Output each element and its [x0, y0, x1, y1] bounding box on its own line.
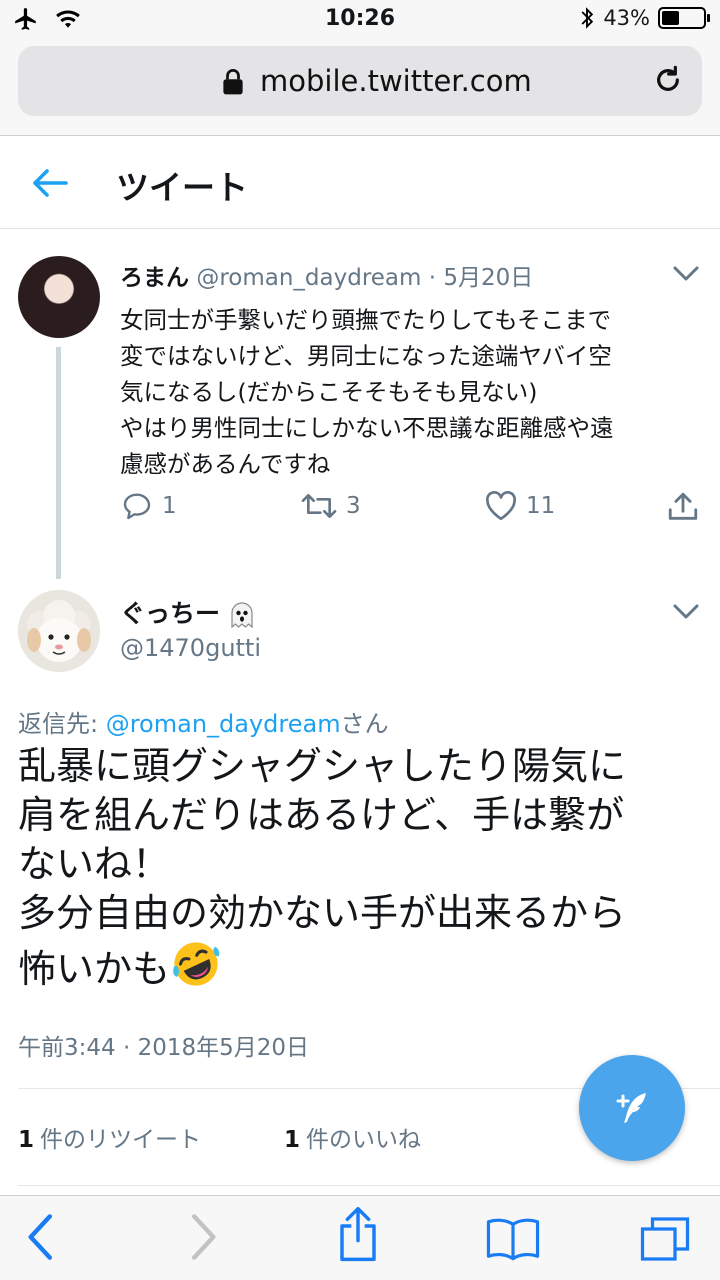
sheep-avatar-image [18, 590, 100, 672]
status-bar: 10:26 43% [0, 0, 720, 40]
retweet-stat-count: 1 [18, 1127, 35, 1153]
bookmarks-icon[interactable] [486, 1216, 540, 1262]
compose-tweet-button[interactable] [579, 1055, 685, 1161]
like-stats[interactable]: 1 件のいいね [284, 1120, 421, 1154]
display-name[interactable]: ぐっちー [120, 594, 258, 631]
replying-to: 返信先: @roman_daydreamさん [18, 704, 389, 739]
page-title: ツイート [116, 168, 248, 207]
app-header: ツイート [0, 137, 720, 229]
reply-button[interactable]: 1 [120, 490, 177, 522]
retweet-button[interactable]: 3 [300, 490, 361, 522]
compose-quill-icon [616, 1093, 646, 1123]
battery-icon [658, 7, 710, 29]
bluetooth-icon [581, 7, 594, 29]
tabs-icon[interactable] [640, 1216, 690, 1262]
retweet-count: 3 [346, 493, 361, 519]
reply-icon [123, 493, 151, 520]
reload-icon[interactable] [652, 64, 684, 96]
like-count: 11 [526, 493, 556, 519]
rofl-emoji-icon [173, 942, 220, 986]
user-handle[interactable]: @roman_daydream [196, 265, 421, 291]
display-name-text: ぐっちー [120, 599, 221, 628]
chevron-down-icon[interactable] [672, 602, 700, 622]
share-tweet-button[interactable] [666, 490, 700, 524]
parent-tweet-header: ろまん @roman_daydream · 5月20日 [120, 258, 533, 292]
browser-toolbar [0, 1195, 720, 1280]
reply-mention-link[interactable]: @roman_daydream [106, 710, 341, 738]
separator: · [428, 265, 437, 291]
tweet-timestamp[interactable]: 午前3:44 · 2018年5月20日 [18, 1028, 309, 1062]
avatar[interactable] [18, 256, 100, 338]
battery-percent: 43% [603, 6, 650, 30]
display-name[interactable]: ろまん [120, 265, 189, 291]
back-icon[interactable] [26, 1212, 56, 1262]
lock-icon [223, 69, 243, 95]
avatar[interactable] [18, 590, 100, 672]
retweet-icon [301, 494, 337, 518]
battery-fill [662, 11, 680, 25]
forward-icon[interactable] [188, 1212, 218, 1262]
like-button[interactable]: 11 [484, 490, 555, 522]
parent-tweet-text: 女同士が手繋いだり頭撫でたりしてもそこまで 変ではないけど、男同士になった途端ヤ… [120, 306, 614, 478]
thread-line [56, 347, 61, 579]
heart-icon [485, 490, 517, 521]
chevron-down-icon[interactable] [672, 264, 700, 284]
retweet-stat-label: 件のリツイート [40, 1127, 202, 1153]
focal-tweet-text: 乱暴に頭グシャグシャしたり陽気に 肩を組んだりはあるけど、手は繋が ないね！ 多… [18, 744, 627, 991]
reply-prefix: 返信先: [18, 710, 106, 738]
share-icon [668, 492, 698, 520]
like-stat-count: 1 [284, 1127, 301, 1153]
like-stat-label: 件のいいね [306, 1127, 422, 1153]
reply-count: 1 [162, 493, 177, 519]
ghost-emoji-icon [231, 602, 253, 629]
focal-tweet-body: 乱暴に頭グシャグシャしたり陽気に 肩を組んだりはあるけど、手は繋が ないね！ 多… [18, 742, 708, 994]
browser-chrome: mobile.twitter.com [0, 40, 720, 136]
user-handle[interactable]: @1470gutti [120, 634, 261, 662]
back-arrow-icon[interactable] [30, 165, 70, 201]
reply-suffix: さん [340, 710, 389, 738]
retweet-stats[interactable]: 1 件のリツイート [18, 1120, 201, 1154]
share-icon[interactable] [336, 1206, 380, 1262]
address-bar[interactable]: mobile.twitter.com [18, 46, 702, 116]
tweet-date[interactable]: 5月20日 [443, 265, 533, 291]
divider [18, 1185, 720, 1186]
url-text: mobile.twitter.com [260, 64, 532, 98]
